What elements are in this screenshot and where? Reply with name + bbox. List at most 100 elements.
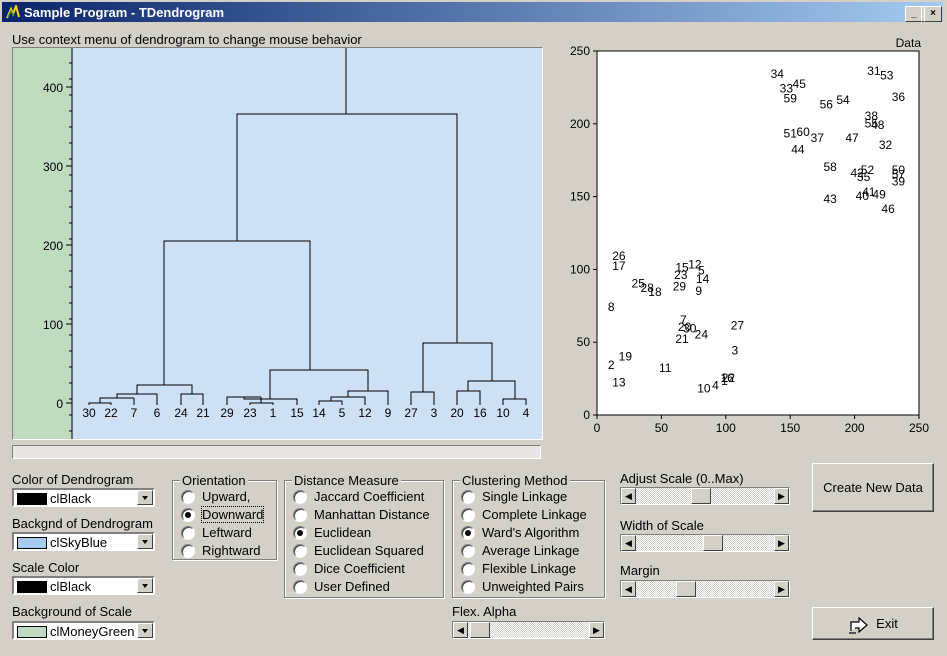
leaf-label: 30	[82, 406, 96, 420]
color-dendro-select[interactable]: clBlack	[12, 488, 155, 507]
color-dendro-label: Color of Dendrogram	[12, 472, 134, 487]
scroll-right-icon[interactable]: ▶	[774, 581, 789, 597]
hint-text: Use context menu of dendrogram to change…	[12, 32, 362, 47]
app-icon	[6, 5, 20, 19]
radio-circle-icon[interactable]	[461, 544, 475, 558]
radio-circle-icon[interactable]	[181, 544, 195, 558]
chevron-down-icon[interactable]	[137, 623, 153, 638]
window-title: Sample Program - TDendrogram	[24, 5, 225, 20]
radio-circle-icon[interactable]	[293, 526, 307, 540]
adjust-scale-slider[interactable]: ◀ ▶	[620, 487, 790, 505]
scroll-right-icon[interactable]: ▶	[774, 488, 789, 504]
radio-circle-icon[interactable]	[461, 562, 475, 576]
leaf-label: 10	[496, 406, 510, 420]
scatter-point-label: 31	[867, 64, 881, 78]
y-tick-label: 150	[570, 190, 590, 204]
radio-label: User Defined	[314, 579, 390, 594]
leaf-label: 27	[404, 406, 418, 420]
radio-label: Flexible Linkage	[482, 561, 576, 576]
minimize-icon: _	[911, 8, 917, 19]
radio-circle-icon[interactable]	[293, 490, 307, 504]
slider-thumb[interactable]	[676, 581, 696, 597]
radio-circle-icon[interactable]	[293, 544, 307, 558]
radio-circle-icon[interactable]	[461, 580, 475, 594]
title-bar: Sample Program - TDendrogram _ □	[2, 2, 943, 22]
radio-circle-icon[interactable]	[181, 508, 195, 522]
scatter-title: Data	[896, 36, 922, 50]
scroll-right-icon[interactable]: ▶	[589, 622, 604, 638]
x-tick-label: 100	[716, 421, 736, 435]
scroll-left-icon[interactable]: ◀	[621, 488, 636, 504]
margin-label: Margin	[620, 563, 660, 578]
scale-bg-select[interactable]: clMoneyGreen	[12, 621, 155, 640]
scatter-point-label: 56	[820, 97, 834, 111]
scatter-point-label: 8	[608, 300, 615, 314]
radio-label: Rightward	[202, 543, 261, 558]
leaf-label: 24	[174, 406, 188, 420]
scroll-left-icon[interactable]: ◀	[621, 581, 636, 597]
dendrogram-panel[interactable]: 400 300 200 100 0 30 22 7 6 24 21 29 23 1 15 14 5 12 9 27 3…	[12, 47, 543, 440]
width-scale-slider[interactable]: ◀ ▶	[620, 534, 790, 552]
scatter-point-label: 24	[695, 327, 709, 341]
scale-color-value: clBlack	[50, 579, 92, 594]
scroll-right-icon[interactable]: ▶	[774, 535, 789, 551]
scatter-point-label: 46	[881, 202, 895, 216]
scatter-point-label: 10	[697, 381, 711, 395]
chevron-down-icon[interactable]	[137, 534, 153, 549]
scatter-point-label: 45	[793, 77, 807, 91]
slider-track[interactable]	[636, 581, 774, 597]
scatter-point-label: 13	[612, 376, 626, 390]
scatter-point-label: 37	[811, 131, 825, 145]
adjust-scale-label: Adjust Scale (0..Max)	[620, 471, 744, 486]
color-dendro-value: clBlack	[50, 491, 92, 506]
color-swatch	[17, 493, 47, 505]
leaf-label: 15	[290, 406, 304, 420]
scale-color-select[interactable]: clBlack	[12, 576, 155, 595]
radio-circle-icon[interactable]	[293, 508, 307, 522]
scatter-point-label: 39	[892, 175, 906, 189]
radio-circle-icon[interactable]	[293, 562, 307, 576]
radio-circle-icon[interactable]	[461, 490, 475, 504]
scatter-point-label: 2	[608, 358, 615, 372]
margin-slider[interactable]: ◀ ▶	[620, 580, 790, 598]
radio-circle-icon[interactable]	[461, 508, 475, 522]
leaf-label: 7	[131, 406, 138, 420]
width-scale-label: Width of Scale	[620, 518, 704, 533]
leaf-label: 22	[104, 406, 118, 420]
exit-button[interactable]: Exit	[812, 607, 934, 640]
radio-label: Downward	[200, 506, 265, 523]
close-button[interactable]: ×	[924, 6, 942, 22]
bg-dendro-select[interactable]: clSkyBlue	[12, 532, 155, 551]
leaf-label: 29	[220, 406, 234, 420]
scroll-left-icon[interactable]: ◀	[453, 622, 468, 638]
exit-icon	[849, 616, 869, 634]
dendrogram-canvas[interactable]: 400 300 200 100 0 30 22 7 6 24 21 29 23 1 15 14 5 12 9 27 3…	[13, 48, 542, 439]
scatter-point-label: 18	[648, 285, 662, 299]
chevron-down-icon[interactable]	[137, 490, 153, 505]
dendrogram-scrollbar[interactable]	[12, 445, 541, 459]
radio-circle-icon[interactable]	[461, 526, 475, 540]
slider-thumb[interactable]	[691, 488, 711, 504]
chevron-down-icon[interactable]	[137, 578, 153, 593]
slider-thumb[interactable]	[703, 535, 723, 551]
scale-bg-label: Background of Scale	[12, 604, 132, 619]
radio-circle-icon[interactable]	[181, 490, 195, 504]
x-tick-label: 50	[655, 421, 669, 435]
flex-alpha-slider[interactable]: ◀ ▶	[452, 621, 605, 639]
distance-title: Distance Measure	[292, 473, 401, 488]
slider-thumb[interactable]	[470, 622, 490, 638]
scroll-left-icon[interactable]: ◀	[621, 535, 636, 551]
color-swatch	[17, 626, 47, 638]
scatter-point-label: 32	[879, 138, 893, 152]
radio-circle-icon[interactable]	[181, 526, 195, 540]
scatter-plot: Data 0 50 100 150 200 250 250 200 150 100 50 0 34 33…	[551, 35, 937, 440]
radio-label: Unweighted Pairs	[482, 579, 584, 594]
scale-color-label: Scale Color	[12, 560, 80, 575]
radio-circle-icon[interactable]	[293, 580, 307, 594]
y-tick-label: 50	[577, 335, 591, 349]
leaf-label: 9	[385, 406, 392, 420]
radio-label: Complete Linkage	[482, 507, 587, 522]
scatter-point-label: 51	[784, 127, 798, 141]
leaf-label: 21	[196, 406, 210, 420]
create-new-data-button[interactable]: Create New Data	[812, 463, 934, 512]
